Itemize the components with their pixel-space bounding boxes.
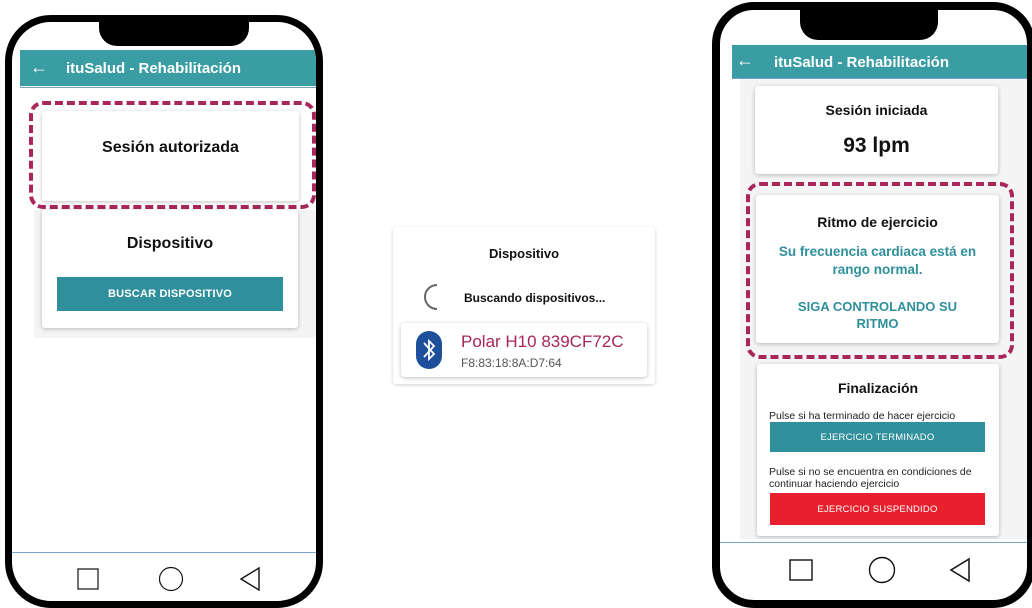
finish-card: Finalización Pulse si ha terminado de ha… — [757, 364, 999, 536]
app-title: ituSalud - Rehabilitación — [774, 54, 950, 71]
triangle-back-icon[interactable] — [948, 556, 972, 584]
searching-text: Buscando dispositivos... — [464, 291, 606, 305]
square-icon[interactable] — [76, 567, 100, 591]
device-address: F8:83:18:8A:D7:64 — [461, 356, 562, 370]
device-panel-title: Dispositivo — [488, 246, 560, 261]
right-phone: ← ituSalud - Rehabilitación Sesión inici… — [712, 2, 1032, 608]
device-list-item[interactable]: Polar H10 839CF72C F8:83:18:8A:D7:64 — [401, 323, 647, 377]
exercise-suspended-button[interactable]: EJERCICIO SUSPENDIDO — [770, 493, 985, 525]
session-started-card: Sesión iniciada 93 lpm — [755, 86, 998, 174]
circle-icon[interactable] — [158, 566, 184, 592]
exercise-done-button[interactable]: EJERCICIO TERMINADO — [770, 422, 985, 452]
square-icon[interactable] — [788, 558, 814, 582]
arrow-left-icon[interactable]: ← — [30, 57, 48, 78]
nav-divider — [12, 552, 316, 553]
search-device-button[interactable]: BUSCAR DISPOSITIVO — [57, 277, 283, 311]
device-card-title: Dispositivo — [126, 235, 214, 252]
device-card: Dispositivo BUSCAR DISPOSITIVO — [42, 210, 298, 328]
phone-notch — [800, 10, 938, 40]
highlight-frame — [29, 101, 316, 209]
suspend-hint: Pulse si no se encuentra en condiciones … — [769, 466, 972, 490]
finish-card-title: Finalización — [837, 380, 919, 396]
app-title: ituSalud - Rehabilitación — [66, 60, 242, 77]
app-bar: ← ituSalud - Rehabilitación — [20, 50, 316, 86]
loading-spinner-icon — [424, 284, 438, 310]
left-phone: ← ituSalud - Rehabilitación Sesión autor… — [5, 15, 323, 608]
device-search-panel: Dispositivo Buscando dispositivos... Pol… — [393, 227, 655, 384]
device-name: Polar H10 839CF72C — [461, 332, 624, 351]
circle-icon[interactable] — [868, 556, 896, 584]
bluetooth-icon — [416, 331, 442, 369]
app-bar-divider — [20, 87, 316, 88]
session-started-title: Sesión iniciada — [825, 102, 928, 118]
app-bar: ← ituSalud - Rehabilitación — [732, 45, 952, 78]
highlight-frame — [746, 182, 1014, 359]
app-bar-strip — [952, 45, 1027, 78]
done-hint: Pulse si ha terminado de hacer ejercicio — [769, 410, 956, 422]
phone-notch — [99, 22, 249, 46]
arrow-left-icon[interactable]: ← — [736, 50, 754, 71]
triangle-back-icon[interactable] — [238, 566, 262, 592]
nav-divider — [720, 542, 1027, 543]
heart-rate-value: 93 lpm — [843, 134, 910, 157]
